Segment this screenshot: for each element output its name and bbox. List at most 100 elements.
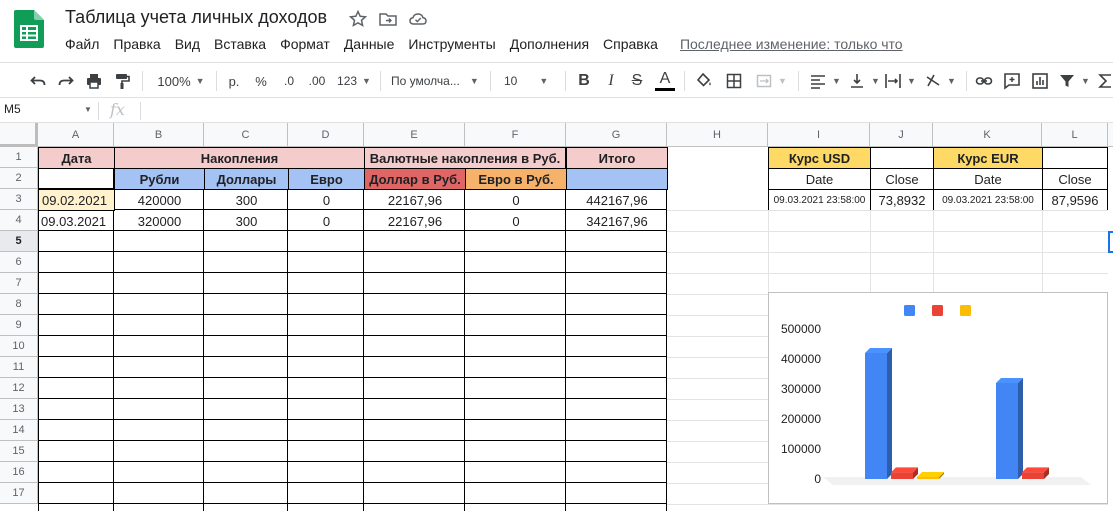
cell-b18[interactable] (114, 504, 204, 511)
cell-c7[interactable] (204, 273, 288, 294)
cell-d3[interactable]: 0 (288, 189, 365, 211)
cell-f2[interactable]: Евро в Руб. (465, 168, 567, 190)
cell-a12[interactable] (38, 378, 114, 399)
cell-e10[interactable] (364, 336, 465, 357)
cell-f18[interactable] (465, 504, 566, 511)
cell-e18[interactable] (364, 504, 465, 511)
cell-j1[interactable] (870, 147, 934, 169)
menu-edit[interactable]: Правка (106, 34, 167, 54)
row-header-10[interactable]: 10 (0, 336, 38, 357)
filter-icon[interactable]: ▼ (1056, 69, 1092, 93)
cell-g2[interactable] (566, 168, 668, 190)
cell-c5[interactable] (204, 231, 288, 252)
cell-f14[interactable] (465, 420, 566, 441)
cell-l1[interactable] (1042, 147, 1108, 169)
cell-f13[interactable] (465, 399, 566, 420)
cell-b7[interactable] (114, 273, 204, 294)
cell-e14[interactable] (364, 420, 465, 441)
cell-c15[interactable] (204, 441, 288, 462)
valign-bottom-icon[interactable]: ▼ (848, 69, 880, 93)
select-all-corner[interactable] (0, 123, 38, 147)
menu-file[interactable]: Файл (58, 34, 106, 54)
zoom-select[interactable]: 100% ▼ (152, 69, 210, 93)
fill-color-icon[interactable] (692, 69, 716, 93)
row-header-13[interactable]: 13 (0, 399, 38, 420)
cell-e5[interactable] (364, 231, 465, 252)
cell-b12[interactable] (114, 378, 204, 399)
cell-c6[interactable] (204, 252, 288, 273)
cell-a14[interactable] (38, 420, 114, 441)
cell-a4[interactable]: 09.03.2021 (38, 210, 115, 232)
cell-a18[interactable] (38, 504, 114, 511)
row-header-6[interactable]: 6 (0, 252, 38, 273)
chevron-down-icon[interactable]: ▼ (84, 105, 92, 114)
cell-f8[interactable] (465, 294, 566, 315)
insert-comment-icon[interactable] (1000, 69, 1024, 93)
cell-e4[interactable]: 22167,96 (364, 210, 466, 232)
cell-a17[interactable] (38, 483, 114, 504)
column-header-l[interactable]: L (1042, 123, 1108, 147)
cell-g11[interactable] (566, 357, 667, 378)
chart-container[interactable]: 0 100000 200000 300000 400000 500000 (768, 292, 1108, 504)
menu-insert[interactable]: Вставка (207, 34, 273, 54)
cell-g8[interactable] (566, 294, 667, 315)
cell-c18[interactable] (204, 504, 288, 511)
cell-e8[interactable] (364, 294, 465, 315)
cell-d2[interactable]: Евро (288, 168, 365, 190)
cell-c9[interactable] (204, 315, 288, 336)
cell-b17[interactable] (114, 483, 204, 504)
cell-a13[interactable] (38, 399, 114, 420)
last-edit-link[interactable]: Последнее изменение: только что (673, 34, 910, 54)
cell-b3[interactable]: 420000 (114, 189, 205, 211)
column-header-f[interactable]: F (465, 123, 566, 147)
cell-c16[interactable] (204, 462, 288, 483)
cell-c8[interactable] (204, 294, 288, 315)
column-header-j[interactable]: J (870, 123, 933, 147)
cell-i2[interactable]: Date (768, 168, 871, 190)
cell-d14[interactable] (288, 420, 364, 441)
cell-a5[interactable] (38, 231, 114, 252)
decrease-decimal-button[interactable]: .0 (277, 69, 301, 93)
cell-a8[interactable] (38, 294, 114, 315)
cell-d5[interactable] (288, 231, 364, 252)
cell-e13[interactable] (364, 399, 465, 420)
menu-data[interactable]: Данные (337, 34, 402, 54)
menu-format[interactable]: Формат (273, 34, 337, 54)
cell-d10[interactable] (288, 336, 364, 357)
cell-f7[interactable] (465, 273, 566, 294)
cell-a9[interactable] (38, 315, 114, 336)
menu-addons[interactable]: Дополнения (503, 34, 596, 54)
cell-d18[interactable] (288, 504, 364, 511)
cell-g16[interactable] (566, 462, 667, 483)
cell-j3[interactable]: 73,8932 (870, 189, 934, 211)
cell-f9[interactable] (465, 315, 566, 336)
cell-b5[interactable] (114, 231, 204, 252)
text-wrap-icon[interactable]: ▼ (884, 69, 916, 93)
cell-g15[interactable] (566, 441, 667, 462)
font-size-select[interactable]: 10 ▼ (498, 69, 558, 93)
functions-icon[interactable] (1096, 69, 1113, 93)
move-folder-icon[interactable] (378, 9, 398, 29)
cell-a3[interactable]: 09.02.2021 (38, 189, 115, 211)
cell-b2[interactable]: Рубли (114, 168, 205, 190)
cell-f10[interactable] (465, 336, 566, 357)
row-header-16[interactable]: 16 (0, 462, 38, 483)
cell-b4[interactable]: 320000 (114, 210, 205, 232)
cell-d9[interactable] (288, 315, 364, 336)
bold-button[interactable]: B (572, 69, 596, 93)
cell-a16[interactable] (38, 462, 114, 483)
sheets-logo-icon[interactable] (14, 10, 44, 48)
menu-view[interactable]: Вид (168, 34, 207, 54)
cell-g3[interactable]: 442167,96 (566, 189, 668, 211)
cell-e15[interactable] (364, 441, 465, 462)
cell-c13[interactable] (204, 399, 288, 420)
percent-format-button[interactable]: % (250, 69, 272, 93)
cell-f6[interactable] (465, 252, 566, 273)
cell-b6[interactable] (114, 252, 204, 273)
cell-d4[interactable]: 0 (288, 210, 365, 232)
row-header-11[interactable]: 11 (0, 357, 38, 378)
cell-c4[interactable]: 300 (204, 210, 289, 232)
column-header-i[interactable]: I (768, 123, 870, 147)
cell-g6[interactable] (566, 252, 667, 273)
cell-e16[interactable] (364, 462, 465, 483)
